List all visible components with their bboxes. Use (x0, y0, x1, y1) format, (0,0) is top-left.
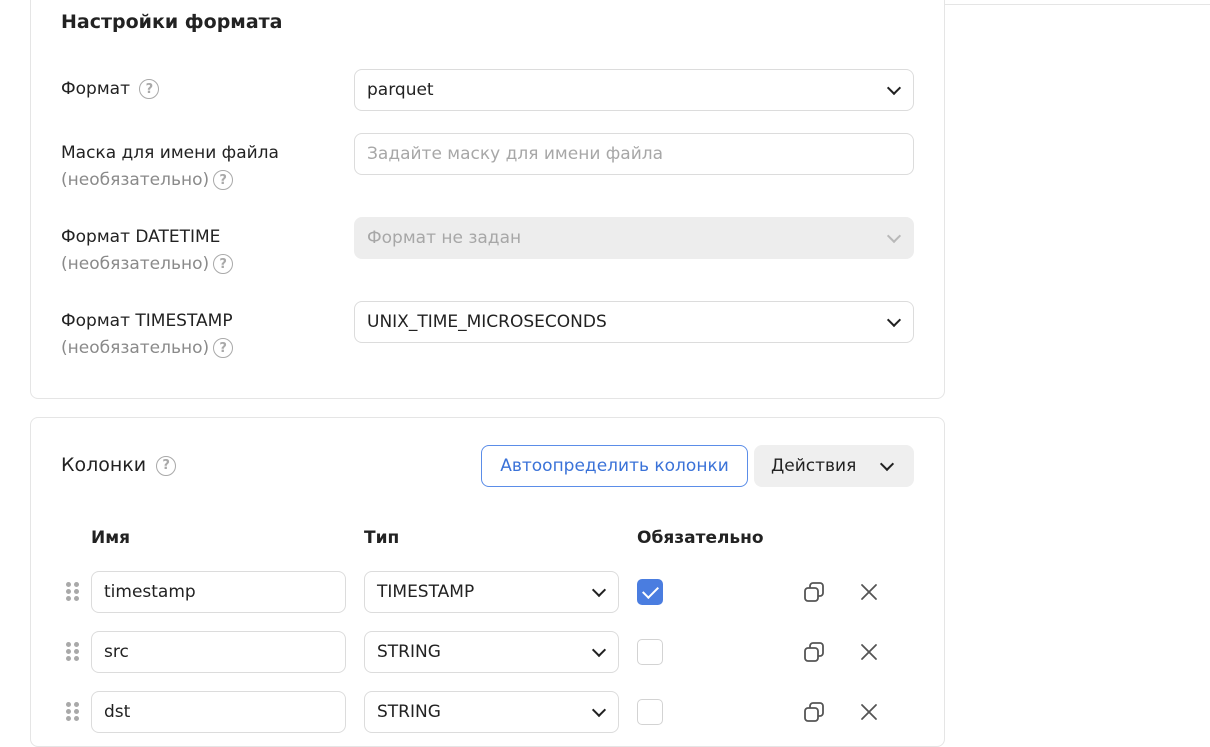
copy-icon[interactable] (802, 700, 826, 724)
chevron-down-icon (879, 456, 895, 472)
column-header-required: Обязательно (637, 528, 764, 548)
file-mask-label: Маска для имени файла (необязательно)? (61, 143, 279, 190)
autodetect-columns-button[interactable]: Автоопределить колонки (481, 445, 748, 487)
required-checkbox[interactable] (637, 579, 663, 605)
format-settings-title: Настройки формата (61, 11, 283, 33)
column-type-select[interactable]: STRING (364, 691, 619, 733)
column-header-type: Тип (364, 528, 400, 548)
column-type-select[interactable]: TIMESTAMP (364, 571, 619, 613)
drag-handle-icon[interactable] (66, 582, 80, 602)
columns-card: Колонки ? Автоопределить колонки Действи… (30, 417, 945, 747)
required-checkbox[interactable] (637, 639, 663, 665)
datetime-format-label: Формат DATETIME (необязательно)? (61, 224, 234, 278)
required-checkbox[interactable] (637, 699, 663, 725)
close-icon[interactable] (857, 580, 881, 604)
format-label: Формат ? (61, 76, 160, 103)
format-select[interactable]: parquet (354, 69, 914, 111)
chevron-down-icon (591, 702, 607, 718)
datetime-format-select: Формат не задан (354, 217, 914, 259)
timestamp-format-select[interactable]: UNIX_TIME_MICROSECONDS (354, 301, 914, 343)
column-name-input[interactable]: dst (91, 691, 346, 733)
top-divider (944, 4, 1210, 5)
drag-handle-icon[interactable] (66, 702, 80, 722)
close-icon[interactable] (857, 700, 881, 724)
format-settings-card: Настройки формата Формат ? parquet Маска… (30, 0, 945, 399)
copy-icon[interactable] (802, 580, 826, 604)
table-row: dst STRING (31, 691, 944, 733)
column-header-name: Имя (91, 528, 131, 548)
column-name-input[interactable]: timestamp (91, 571, 346, 613)
table-row: timestamp TIMESTAMP (31, 571, 944, 613)
close-icon[interactable] (857, 640, 881, 664)
help-icon[interactable]: ? (213, 170, 234, 190)
actions-button[interactable]: Действия (754, 445, 914, 487)
table-row: src STRING (31, 631, 944, 673)
column-name-input[interactable]: src (91, 631, 346, 673)
help-icon[interactable]: ? (139, 79, 160, 99)
column-type-select[interactable]: STRING (364, 631, 619, 673)
help-icon[interactable]: ? (156, 455, 177, 476)
help-icon[interactable]: ? (213, 338, 234, 358)
file-mask-input[interactable]: Задайте маску для имени файла (354, 133, 914, 175)
chevron-down-icon (591, 582, 607, 598)
chevron-down-icon (886, 228, 902, 244)
timestamp-format-label: Формат TIMESTAMP (необязательно)? (61, 311, 234, 358)
copy-icon[interactable] (802, 640, 826, 664)
chevron-down-icon (591, 642, 607, 658)
drag-handle-icon[interactable] (66, 642, 80, 662)
help-icon[interactable]: ? (213, 254, 234, 274)
columns-title: Колонки ? (61, 454, 177, 476)
chevron-down-icon (886, 312, 902, 328)
chevron-down-icon (886, 80, 902, 96)
